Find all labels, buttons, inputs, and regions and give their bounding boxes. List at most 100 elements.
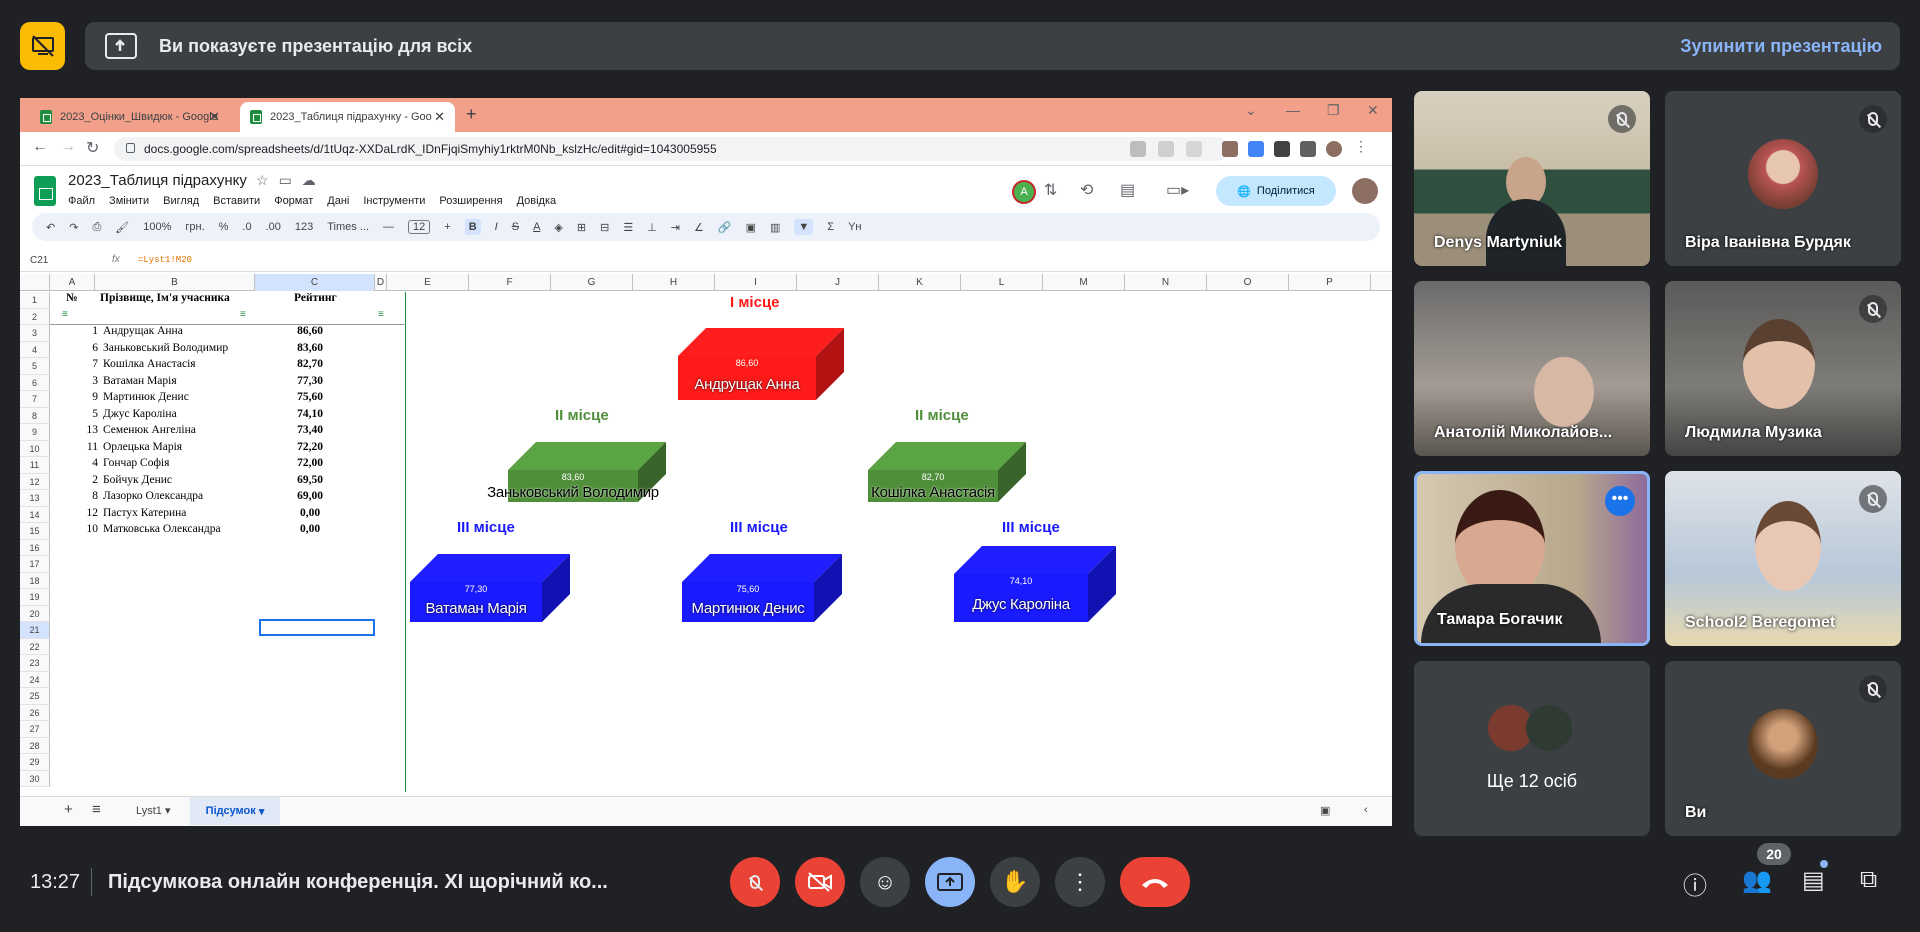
row-header[interactable]: 21 — [20, 622, 50, 639]
more-options-button[interactable]: ⋮ — [1055, 857, 1105, 907]
row-num[interactable]: 12 — [50, 507, 99, 519]
row-score[interactable]: 83,60 — [250, 342, 370, 354]
column-header[interactable]: P — [1289, 274, 1371, 291]
borders-icon[interactable]: ⊞ — [577, 221, 586, 234]
row-name[interactable]: Пастух Катерина — [103, 507, 186, 519]
font-size-input[interactable]: 12 — [408, 220, 431, 234]
row-score[interactable]: 86,60 — [250, 325, 370, 337]
row-header[interactable]: 17 — [20, 556, 50, 573]
merge-icon[interactable]: ⊟ — [600, 221, 609, 234]
align-icon[interactable]: ☰ — [623, 221, 633, 234]
raise-hand-button[interactable]: ✋ — [990, 857, 1040, 907]
spreadsheet-grid[interactable]: ABCDEFGHIJKLMNOP 1 2 3 4 5 6 7 8 9 10 11 12 13 14 15 16… — [20, 274, 1392, 794]
row-score[interactable]: 73,40 — [250, 424, 370, 436]
zoom-icon[interactable] — [1130, 141, 1146, 157]
row-num[interactable]: 10 — [50, 523, 99, 535]
row-score[interactable]: 69,50 — [250, 474, 370, 486]
percent-button[interactable]: % — [219, 221, 229, 233]
column-header[interactable]: B — [95, 274, 255, 291]
collaborator-avatar[interactable]: A — [1012, 180, 1036, 204]
row-header[interactable]: 30 — [20, 770, 50, 787]
history-icon[interactable]: ⟲ — [1080, 180, 1093, 200]
folder-icon[interactable]: ▭ — [279, 172, 302, 188]
row-name[interactable]: Гончар Софія — [103, 457, 169, 469]
collapse-icon[interactable]: ‹ — [1364, 804, 1368, 816]
row-name[interactable]: Орлецька Марія — [103, 441, 182, 453]
menu-extensions[interactable]: Розширення — [439, 195, 502, 207]
name-box[interactable]: C21 — [30, 255, 48, 266]
column-header[interactable]: J — [797, 274, 879, 291]
menu-help[interactable]: Довідка — [517, 195, 557, 207]
row-header[interactable]: 29 — [20, 754, 50, 771]
row-header[interactable]: 25 — [20, 688, 50, 705]
row-num[interactable]: 1 — [50, 325, 98, 337]
emoji-button[interactable]: ☺ — [860, 857, 910, 907]
row-score[interactable]: 0,00 — [250, 523, 370, 535]
column-header[interactable]: O — [1207, 274, 1289, 291]
decrease-decimal-button[interactable]: .0 — [242, 221, 251, 233]
menu-data[interactable]: Дані — [327, 195, 349, 207]
input-tools-button[interactable]: Yʜ — [848, 221, 861, 233]
participant-tile[interactable]: ••• Тамара Богачик — [1414, 471, 1650, 646]
add-sheet-icon[interactable]: + — [64, 801, 73, 818]
sheets-logo-icon[interactable] — [34, 176, 56, 206]
column-header[interactable]: C — [255, 274, 375, 291]
column-header[interactable]: E — [387, 274, 469, 291]
row-header[interactable]: 8 — [20, 407, 50, 424]
user-avatar[interactable] — [1352, 178, 1378, 204]
row-score[interactable]: 74,10 — [250, 408, 370, 420]
row-header[interactable]: 27 — [20, 721, 50, 738]
close-icon[interactable]: ✕ — [209, 109, 220, 125]
row-header[interactable]: 12 — [20, 473, 50, 490]
row-header[interactable]: 16 — [20, 539, 50, 556]
undo-icon[interactable]: ↶ — [46, 221, 55, 234]
extension-icon[interactable] — [1222, 141, 1238, 157]
corner-cell[interactable] — [20, 274, 50, 291]
column-header[interactable]: M — [1043, 274, 1125, 291]
column-header[interactable]: D — [375, 274, 387, 291]
filter-icon[interactable]: ≡ — [240, 309, 246, 320]
row-name[interactable]: Бойчук Денис — [103, 474, 172, 486]
url-field[interactable]: docs.google.com/spreadsheets/d/1tUqz-XXD… — [114, 137, 1229, 161]
row-name[interactable]: Матковська Олександра — [103, 523, 221, 535]
row-header[interactable]: 19 — [20, 589, 50, 606]
reload-icon[interactable]: ↻ — [86, 138, 99, 158]
filter-icon[interactable]: ▼ — [794, 219, 814, 235]
row-header[interactable]: 14 — [20, 506, 50, 523]
paint-format-icon[interactable]: 🖌 — [115, 221, 129, 234]
title-actions[interactable]: ☆▭☁ — [256, 172, 326, 189]
minimize-icon[interactable]: — — [1286, 102, 1300, 118]
formula-input[interactable]: =Lyst1!M20 — [138, 255, 192, 265]
row-header[interactable]: 15 — [20, 523, 50, 540]
participant-tile[interactable]: Ви — [1665, 661, 1901, 836]
participant-tile[interactable]: Denys Martyniuk — [1414, 91, 1650, 266]
all-sheets-icon[interactable]: ≡ — [92, 801, 101, 818]
column-header[interactable]: N — [1125, 274, 1207, 291]
zoom-select[interactable]: 100% — [143, 221, 171, 233]
column-header[interactable]: F — [469, 274, 551, 291]
number-format-button[interactable]: 123 — [295, 221, 313, 233]
column-header[interactable]: L — [961, 274, 1043, 291]
explore-icon[interactable]: ▣ — [1320, 804, 1330, 817]
row-name[interactable]: Заньковський Володимир — [103, 342, 228, 354]
fill-color-icon[interactable]: ◈ — [554, 221, 562, 234]
row-score[interactable]: 77,30 — [250, 375, 370, 387]
font-select[interactable]: Times ... — [327, 221, 369, 233]
currency-button[interactable]: грн. — [185, 221, 204, 233]
row-header[interactable]: 2 — [20, 308, 50, 325]
row-score[interactable]: 75,60 — [250, 391, 370, 403]
participant-tile[interactable]: School2 Beregomet — [1665, 471, 1901, 646]
row-header[interactable]: 20 — [20, 605, 50, 622]
row-num[interactable]: 3 — [50, 375, 98, 387]
puzzle-icon[interactable] — [1274, 141, 1290, 157]
row-num[interactable]: 13 — [50, 424, 99, 436]
close-icon[interactable]: ✕ — [434, 109, 445, 125]
share-page-icon[interactable] — [1158, 141, 1174, 157]
sheet-tab-lyst1[interactable]: Lyst1 ▾ — [136, 804, 170, 817]
participant-tile[interactable]: Віра Іванівна Бурдяк — [1665, 91, 1901, 266]
row-header[interactable]: 22 — [20, 638, 50, 655]
participant-tile[interactable]: Анатолій Миколайов... — [1414, 281, 1650, 456]
presentation-indicator[interactable] — [20, 22, 65, 70]
row-score[interactable]: 69,00 — [250, 490, 370, 502]
menu-file[interactable]: Файл — [68, 195, 95, 207]
